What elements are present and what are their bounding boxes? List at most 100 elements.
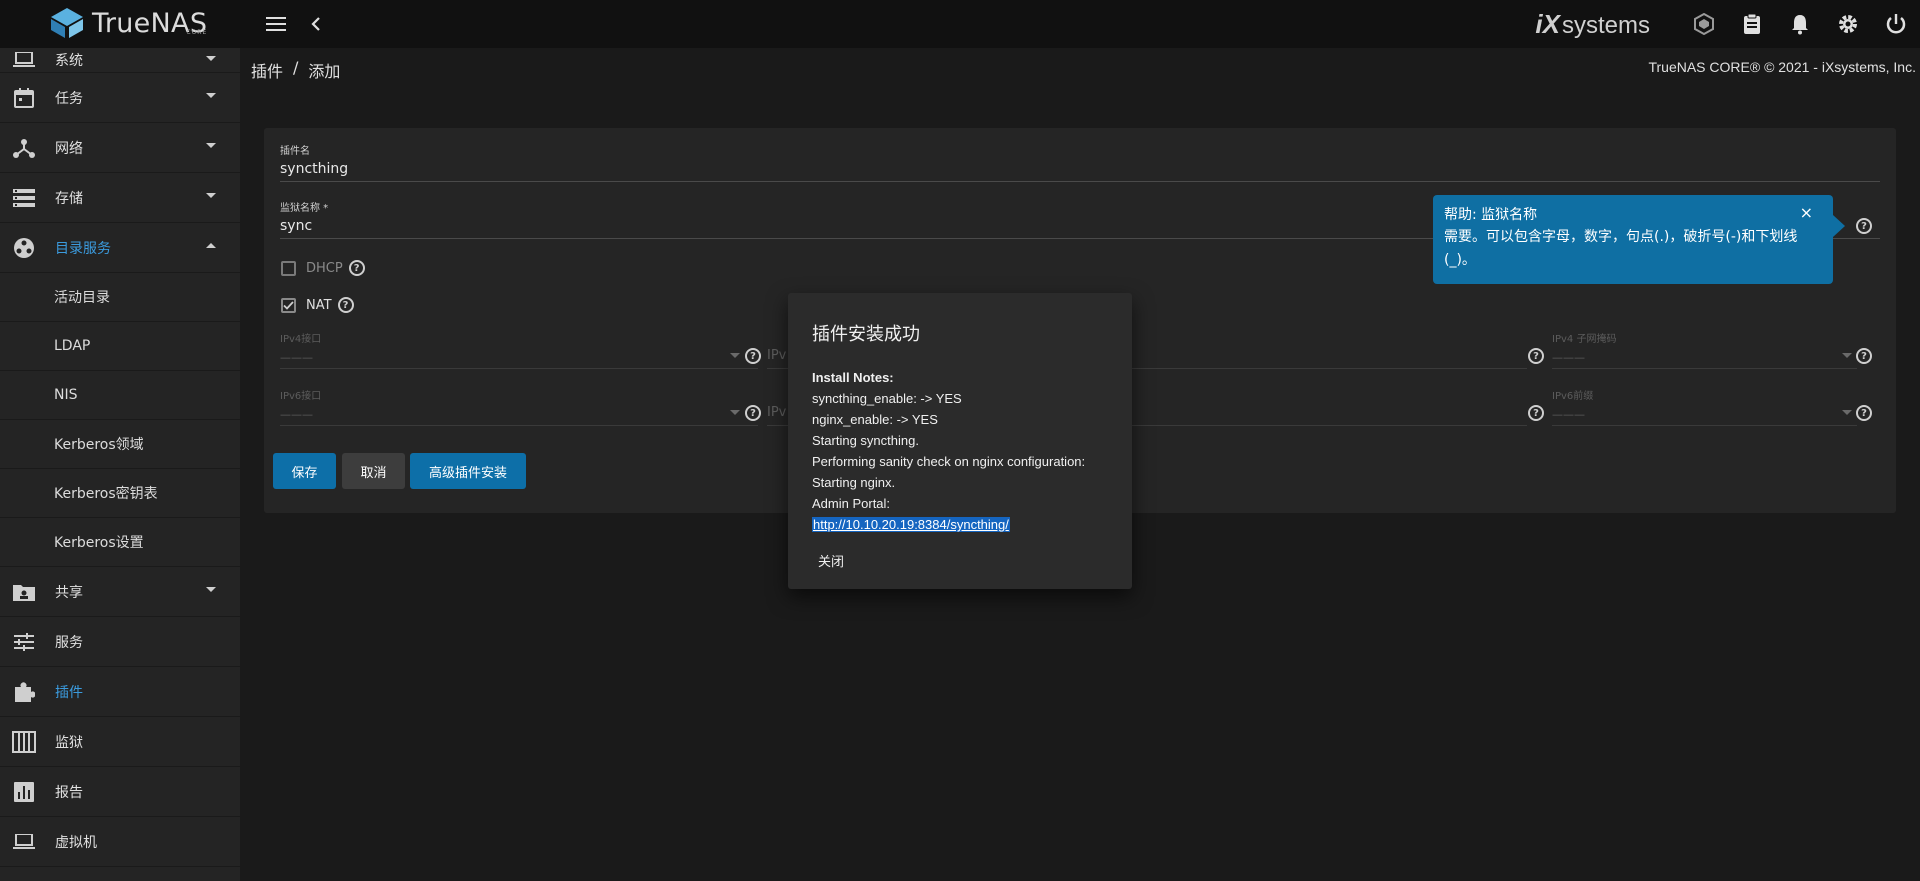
sidebar-item-label: 共享 (55, 584, 83, 601)
ipv6-address-help-icon[interactable]: ? (1528, 405, 1544, 421)
checkbox-box[interactable] (281, 260, 296, 276)
save-button[interactable]: 保存 (273, 453, 336, 489)
checkmark-icon (283, 300, 294, 310)
plugin-name-input[interactable]: syncthing (280, 161, 1880, 177)
cancel-button[interactable]: 取消 (342, 453, 405, 489)
breadcrumb: 插件 / 添加 (251, 58, 340, 82)
ipv6-interface-select[interactable]: IPv6接口 ——— (280, 387, 758, 426)
nat-help-icon[interactable]: ? (337, 297, 354, 313)
hamburger-icon (266, 17, 286, 31)
sidebar-item-tasks[interactable]: 任务 (0, 73, 240, 123)
chevron-down-icon (1842, 410, 1852, 415)
sidebar-item-label: 任务 (55, 90, 83, 107)
back-button[interactable] (302, 10, 330, 38)
sidebar-subitem-kerberos-realms[interactable]: Kerberos领域 (0, 420, 240, 469)
chevron-down-icon (206, 193, 216, 198)
admin-portal-link[interactable]: http://10.10.20.19:8384/syncthing/ (812, 517, 1010, 532)
sidebar-item-label: 监狱 (55, 734, 83, 751)
sidebar-item-virtual-machines[interactable]: 虚拟机 (0, 817, 240, 867)
breadcrumb-plugins-link[interactable]: 插件 (251, 58, 283, 82)
sidebar-subitem-kerberos-keytabs[interactable]: Kerberos密钥表 (0, 469, 240, 518)
sidebar-item-reporting[interactable]: 报告 (0, 767, 240, 817)
sidebar-item-network[interactable]: 网络 (0, 123, 240, 173)
dhcp-checkbox[interactable]: DHCP ? (281, 260, 365, 276)
alerts-button[interactable] (1776, 0, 1824, 48)
sidebar-item-label: 网络 (55, 140, 83, 157)
tooltip-body: 需要。可以包含字母，数字，句点(.)，破折号(-)和下划线(_)。 (1444, 229, 1798, 268)
help-tooltip: 帮助: 监狱名称 需要。可以包含字母，数字，句点(.)，破折号(-)和下划线(_… (1433, 195, 1845, 284)
ipv4-netmask-help-icon[interactable]: ? (1856, 348, 1872, 364)
tune-icon (12, 630, 36, 654)
truenas-logo[interactable]: TrueNAS CORE (48, 6, 207, 40)
plugin-name-field[interactable]: 插件名 syncthing (280, 142, 1880, 182)
chevron-down-icon (206, 143, 216, 148)
ixsystems-logo[interactable]: iX systems (1535, 9, 1650, 40)
sidebar-item-storage[interactable]: 存储 (0, 173, 240, 223)
install-note-line: Admin Portal: (812, 496, 891, 511)
directory-services-icon (12, 236, 36, 260)
chevron-down-icon (206, 587, 216, 592)
install-note-line: syncthing_enable: -> YES (812, 391, 962, 406)
install-notes-heading: Install Notes: (812, 370, 894, 385)
settings-button[interactable] (1824, 0, 1872, 48)
sidebar-item-label: 目录服务 (55, 240, 111, 257)
chevron-down-icon (1842, 353, 1852, 358)
breadcrumb-current: 添加 (308, 62, 341, 81)
nat-label: NAT (306, 297, 332, 313)
sidebar-subitem-active-directory[interactable]: 活动目录 (0, 273, 240, 322)
menu-toggle-button[interactable] (262, 10, 290, 38)
dialog-close-button[interactable]: 关闭 (818, 551, 844, 570)
laptop-icon (12, 48, 36, 72)
computer-icon (12, 830, 36, 854)
sidebar-item-jails[interactable]: 监狱 (0, 717, 240, 767)
ipv4-interface-select[interactable]: IPv4接口 ——— (280, 330, 758, 369)
sidebar-item-services[interactable]: 服务 (0, 617, 240, 667)
chevron-down-icon (730, 410, 740, 415)
sidebar-subitem-nis[interactable]: NIS (0, 371, 240, 420)
truecommand-icon (1694, 13, 1714, 35)
ipv4-address-help-icon[interactable]: ? (1528, 348, 1544, 364)
sidebar-subitem-ldap[interactable]: LDAP (0, 322, 240, 371)
sidebar-item-system[interactable]: 系统 (0, 48, 240, 73)
sidebar-item-label: 存储 (55, 190, 83, 207)
install-note-line: Starting nginx. (812, 475, 896, 490)
install-note-line: nginx_enable: -> YES (812, 412, 938, 427)
power-button[interactable] (1872, 0, 1920, 48)
tasks-button[interactable] (1728, 0, 1776, 48)
brand-edition: CORE (186, 28, 208, 36)
sidebar-item-label: 服务 (55, 634, 83, 651)
nat-checkbox[interactable]: NAT ? (281, 297, 354, 313)
dhcp-help-icon[interactable]: ? (348, 260, 365, 276)
sidebar-subitem-kerberos-settings[interactable]: Kerberos设置 (0, 518, 240, 567)
chevron-left-icon (311, 17, 320, 31)
ipv6-prefix-select[interactable]: IPv6前缀 ——— (1552, 387, 1857, 426)
sidebar-item-sharing[interactable]: 共享 (0, 567, 240, 617)
ipv4-interface-help-icon[interactable]: ? (745, 348, 761, 364)
ipv6-prefix-help-icon[interactable]: ? (1856, 405, 1872, 421)
sidebar: 系统 任务 网络 存储 目录服务 活动目录 LDAP NIS Kerberos领… (0, 48, 240, 881)
install-note-line: Performing sanity check on nginx configu… (812, 454, 1086, 469)
ipv4-netmask-select[interactable]: IPv4 子网掩码 ——— (1552, 330, 1857, 369)
plugin-name-label: 插件名 (280, 146, 310, 157)
storage-icon (12, 186, 36, 210)
close-icon[interactable]: × (1800, 203, 1813, 222)
chevron-down-icon (206, 56, 216, 61)
advanced-plugin-install-button[interactable]: 高级插件安装 (410, 453, 526, 489)
jail-name-help-icon[interactable]: ? (1856, 218, 1872, 234)
breadcrumb-separator: / (293, 58, 299, 77)
ipv6-interface-help-icon[interactable]: ? (745, 405, 761, 421)
truecommand-button[interactable] (1680, 0, 1728, 48)
sidebar-item-label: 系统 (55, 53, 83, 69)
checkbox-box[interactable] (281, 297, 296, 313)
plugin-install-success-dialog: 插件安装成功 Install Notes: syncthing_enable: … (788, 293, 1132, 589)
sidebar-item-plugins[interactable]: 插件 (0, 667, 240, 717)
sidebar-item-directory-services[interactable]: 目录服务 (0, 223, 240, 273)
sidebar-item-label: 报告 (55, 784, 83, 801)
top-bar: TrueNAS CORE iX systems (0, 0, 1920, 48)
bell-icon (1792, 15, 1808, 35)
power-icon (1886, 14, 1906, 34)
chevron-up-icon (206, 243, 216, 248)
gear-icon (1839, 15, 1857, 33)
network-icon (12, 136, 36, 160)
tooltip-title: 帮助: 监狱名称 (1444, 207, 1538, 223)
